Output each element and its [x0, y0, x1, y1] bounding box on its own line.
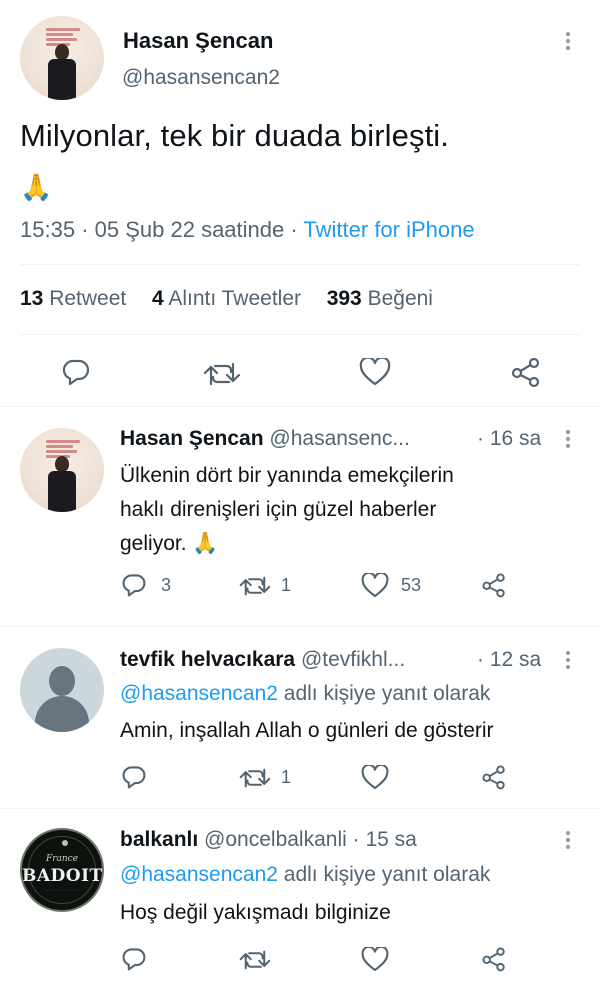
more-icon[interactable] — [565, 651, 571, 672]
reply-avatar[interactable] — [20, 428, 104, 512]
tweet-stats: 13 Retweet 4 Alıntı Tweetler 393 Beğeni — [20, 287, 433, 311]
reply-author-name[interactable]: balkanlı — [120, 828, 198, 851]
quotes-stat[interactable]: 4 Alıntı Tweetler — [152, 287, 301, 310]
retweet-count: 1 — [281, 575, 292, 595]
reply-icon[interactable] — [121, 946, 147, 972]
reply-author-handle[interactable]: @hasansenc... — [269, 427, 409, 450]
divider — [0, 406, 600, 407]
like-icon[interactable] — [361, 573, 389, 598]
reply-text: Ülkenin dört bir yanında emekçilerin hak… — [120, 464, 454, 555]
replying-to: @hasansencan2 adlı kişiye yanıt olarak — [120, 863, 491, 886]
reply-author-handle[interactable]: @tevfikhl... — [301, 648, 405, 671]
divider — [20, 334, 580, 335]
reply-age[interactable]: · 12 sa — [477, 648, 541, 672]
like-count: 53 — [401, 575, 422, 595]
reply-avatar[interactable]: France BADOIT · · · · · · · · · — [20, 828, 104, 912]
reply-text: Amin, inşallah Allah o günleri de göster… — [120, 719, 494, 742]
retweet-icon[interactable] — [239, 766, 271, 790]
more-icon[interactable] — [565, 430, 571, 451]
reply-header: tevfik helvacıkara @tevfikhl... — [120, 648, 405, 672]
replying-to: @hasansencan2 adlı kişiye yanıt olarak — [120, 682, 491, 705]
reply-author-handle[interactable]: @oncelbalkanli — [204, 828, 347, 851]
reply-author-name[interactable]: Hasan Şencan — [120, 427, 264, 450]
retweet-count: 1 — [281, 767, 292, 787]
share-icon[interactable] — [481, 572, 507, 598]
divider — [0, 808, 600, 809]
reply-age[interactable]: · 16 sa — [477, 427, 541, 451]
like-icon[interactable] — [361, 947, 389, 972]
tweet-time[interactable]: 15:35 — [20, 217, 75, 242]
reply-text: Hoş değil yakışmadı bilginize — [120, 901, 391, 924]
share-icon[interactable] — [481, 946, 507, 972]
tweet-date[interactable]: 05 Şub 22 saatinde — [95, 217, 285, 242]
more-icon[interactable] — [565, 831, 571, 852]
replying-to-handle[interactable]: @hasansencan2 — [120, 682, 278, 705]
reply-icon[interactable] — [121, 572, 147, 598]
like-icon[interactable] — [359, 358, 391, 386]
more-icon[interactable] — [565, 32, 571, 53]
replying-to-handle[interactable]: @hasansencan2 — [120, 863, 278, 886]
likes-stat[interactable]: 393 Beğeni — [327, 287, 433, 310]
reply-header: balkanlı @oncelbalkanli · 15 sa — [120, 828, 417, 852]
divider — [20, 264, 580, 265]
retweets-stat[interactable]: 13 Retweet — [20, 287, 126, 310]
reply-icon[interactable] — [61, 358, 91, 386]
pray-emoji: 🙏 — [192, 532, 219, 555]
retweet-icon[interactable] — [239, 574, 271, 598]
retweet-icon[interactable] — [239, 948, 271, 972]
divider — [0, 626, 600, 627]
author-handle[interactable]: @hasansencan2 — [122, 66, 280, 90]
share-icon[interactable] — [481, 764, 507, 790]
meta-separator: · — [290, 217, 298, 242]
author-name[interactable]: Hasan Şencan — [123, 28, 273, 54]
tweet-meta: 15:35 · 05 Şub 22 saatinde · Twitter for… — [20, 217, 475, 243]
pray-emoji: 🙏 — [20, 172, 53, 202]
tweet-source[interactable]: Twitter for iPhone — [303, 217, 474, 242]
like-icon[interactable] — [361, 765, 389, 790]
share-icon[interactable] — [510, 356, 542, 388]
retweet-icon[interactable] — [203, 360, 241, 388]
reply-count: 3 — [161, 575, 172, 595]
reply-header: Hasan Şencan @hasansenc... — [120, 427, 410, 451]
reply-avatar[interactable] — [20, 648, 104, 732]
tweet-text: Milyonlar, tek bir duada birleşti. — [20, 118, 449, 153]
reply-age[interactable]: · 15 sa — [353, 828, 417, 851]
reply-author-name[interactable]: tevfik helvacıkara — [120, 648, 295, 671]
meta-separator: · — [81, 217, 89, 242]
author-avatar[interactable] — [20, 16, 104, 100]
reply-icon[interactable] — [121, 764, 147, 790]
